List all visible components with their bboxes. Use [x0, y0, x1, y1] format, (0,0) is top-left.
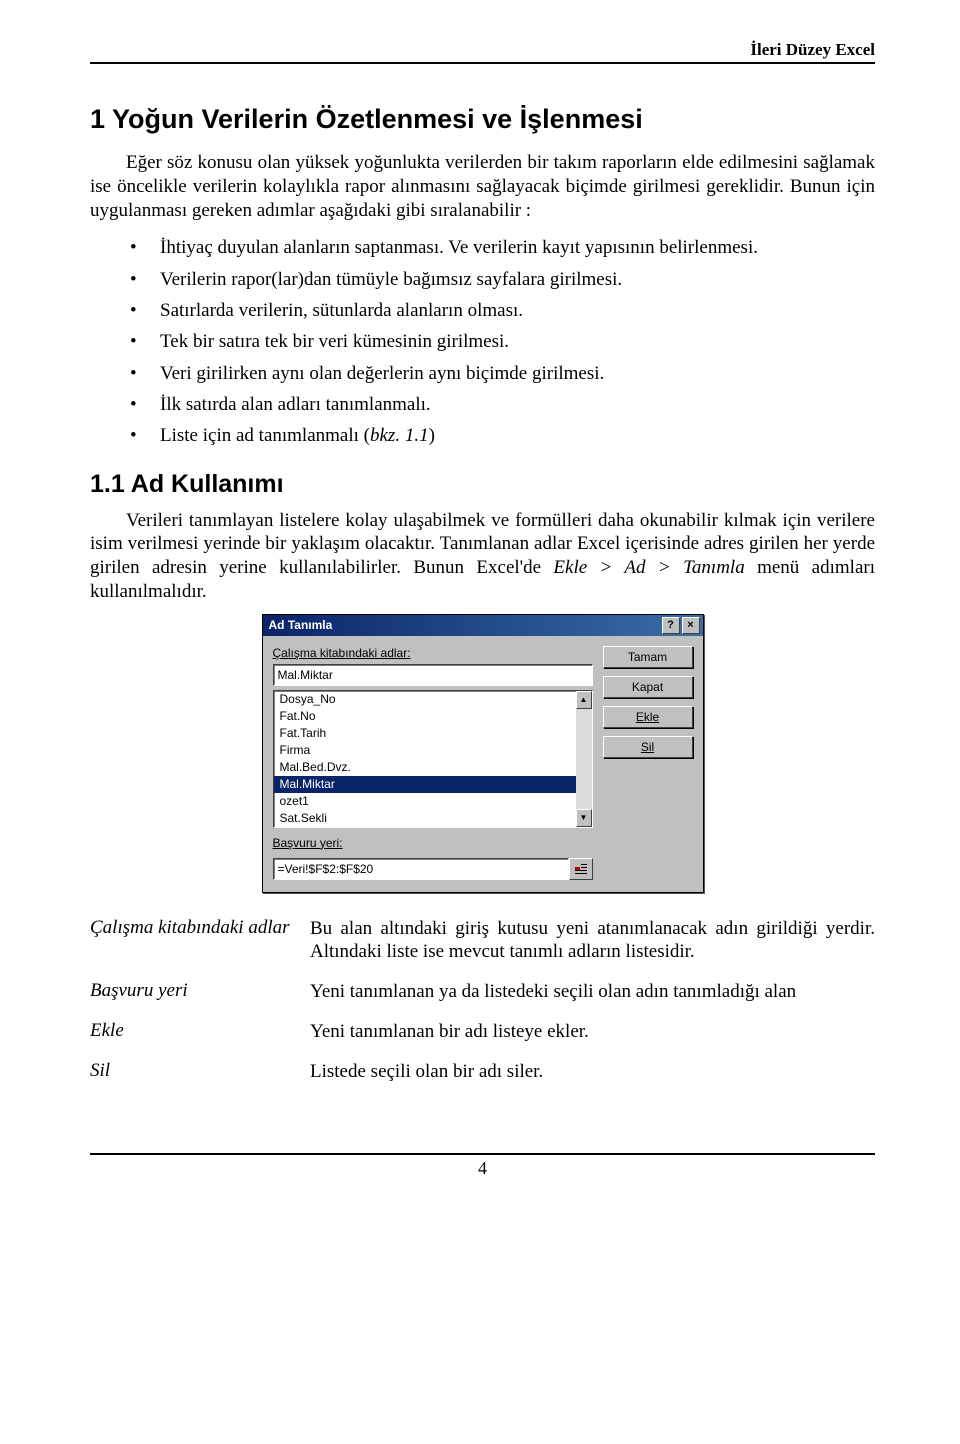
- page-footer: 4: [90, 1153, 875, 1179]
- bullet-item: İhtiyaç duyulan alanların saptanması. Ve…: [90, 232, 875, 263]
- list-item[interactable]: Fat.Tarih: [274, 725, 576, 742]
- define-name-dialog: Ad Tanımla ? × Çalışma kitabındaki adlar…: [262, 614, 704, 893]
- list-item[interactable]: Dosya_No: [274, 691, 576, 708]
- definition-row: EkleYeni tanımlanan bir adı listeye ekle…: [90, 1020, 875, 1044]
- name-input-wrap: [273, 664, 593, 686]
- list-item[interactable]: Mal.Bed.Dvz.: [274, 759, 576, 776]
- definition-term: Başvuru yeri: [90, 980, 310, 1004]
- section-1-1-title: 1.1 Ad Kullanımı: [90, 470, 875, 499]
- section-1-bullets: İhtiyaç duyulan alanların saptanması. Ve…: [90, 232, 875, 451]
- bullet-item: Verilerin rapor(lar)dan tümüyle bağımsız…: [90, 264, 875, 295]
- bullet-last-suffix: ): [429, 425, 435, 446]
- bullet-last-prefix: Liste için ad tanımlanmalı (: [160, 425, 370, 446]
- ref-label: Başvuru yeri:: [273, 836, 593, 850]
- bullet-item: Satırlarda verilerin, sütunlarda alanlar…: [90, 295, 875, 326]
- definitions: Çalışma kitabındaki adlarBu alan altında…: [90, 917, 875, 1084]
- dialog-titlebar[interactable]: Ad Tanımla ? ×: [263, 615, 703, 636]
- definition-body: Yeni tanımlanan bir adı listeye ekler.: [310, 1020, 875, 1044]
- definition-row: Başvuru yeriYeni tanımlanan ya da listed…: [90, 980, 875, 1004]
- ref-input[interactable]: [274, 859, 568, 879]
- page-header: İleri Düzey Excel: [90, 40, 875, 64]
- bullet-item: Liste için ad tanımlanmalı (bkz. 1.1): [90, 420, 875, 451]
- bullet-item: İlk satırda alan adları tanımlanmalı.: [90, 389, 875, 420]
- scroll-up-icon[interactable]: ▲: [576, 691, 592, 709]
- list-item[interactable]: Firma: [274, 742, 576, 759]
- bullet-item: Tek bir satıra tek bir veri kümesinin gi…: [90, 326, 875, 357]
- close-icon[interactable]: ×: [682, 617, 700, 634]
- close-button[interactable]: Kapat: [603, 676, 693, 698]
- definition-term: Çalışma kitabındaki adlar: [90, 917, 310, 965]
- definition-row: Çalışma kitabındaki adlarBu alan altında…: [90, 917, 875, 965]
- listbox-scrollbar[interactable]: ▲ ▼: [576, 691, 592, 827]
- bullet-item: Veri girilirken aynı olan değerlerin ayn…: [90, 358, 875, 389]
- definition-term: Ekle: [90, 1020, 310, 1044]
- header-title: İleri Düzey Excel: [750, 40, 875, 59]
- delete-button[interactable]: Sil: [603, 736, 693, 758]
- name-input[interactable]: [274, 665, 592, 685]
- list-item[interactable]: Mal.Miktar: [274, 776, 576, 793]
- bullet-last-ref: bkz. 1.1: [370, 425, 429, 446]
- help-icon[interactable]: ?: [662, 617, 680, 634]
- definition-body: Bu alan altındaki giriş kutusu yeni atan…: [310, 917, 875, 965]
- definition-term: Sil: [90, 1060, 310, 1084]
- section-1-intro: Eğer söz konusu olan yüksek yoğunlukta v…: [90, 151, 875, 222]
- para-menu-path: Ekle > Ad > Tanımla: [553, 557, 744, 578]
- section-1-title: 1 Yoğun Verilerin Özetlenmesi ve İşlenme…: [90, 104, 875, 135]
- page-number: 4: [478, 1158, 487, 1178]
- definition-body: Listede seçili olan bir adı siler.: [310, 1060, 875, 1084]
- list-item[interactable]: Sat.Sekli: [274, 810, 576, 827]
- list-item[interactable]: ozet1: [274, 793, 576, 810]
- names-label: Çalışma kitabındaki adlar:: [273, 646, 593, 660]
- scroll-down-icon[interactable]: ▼: [576, 809, 592, 827]
- ok-button[interactable]: Tamam: [603, 646, 693, 668]
- definition-row: SilListede seçili olan bir adı siler.: [90, 1060, 875, 1084]
- ref-input-wrap: [273, 858, 569, 880]
- dialog-title: Ad Tanımla: [269, 618, 333, 632]
- range-picker-icon[interactable]: [569, 858, 593, 880]
- section-1-1-para: Verileri tanımlayan listelere kolay ulaş…: [90, 509, 875, 604]
- list-item[interactable]: Fat.No: [274, 708, 576, 725]
- names-listbox[interactable]: Dosya_NoFat.NoFat.TarihFirmaMal.Bed.Dvz.…: [273, 690, 593, 828]
- definition-body: Yeni tanımlanan ya da listedeki seçili o…: [310, 980, 875, 1004]
- add-button[interactable]: Ekle: [603, 706, 693, 728]
